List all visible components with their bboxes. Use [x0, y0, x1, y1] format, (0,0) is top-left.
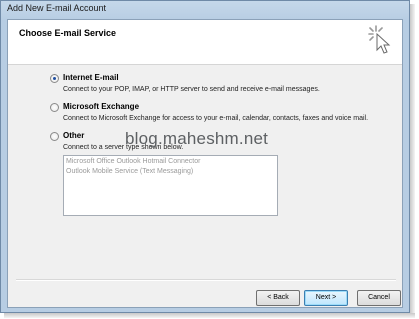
watermark-text: blog.maheshm.net	[125, 129, 269, 148]
next-button[interactable]: Next >	[304, 290, 348, 306]
dialog-window: Add New E-mail Account Choose E-mail Ser…	[0, 0, 410, 313]
option-description: Connect to your POP, IMAP, or HTTP serve…	[63, 86, 320, 93]
back-button[interactable]: < Back	[256, 290, 300, 306]
option-label[interactable]: Other	[63, 131, 84, 140]
option-label[interactable]: Internet E-mail	[63, 73, 119, 82]
list-item[interactable]: Outlook Mobile Service (Text Messaging)	[66, 167, 275, 177]
dialog-client-area: Choose E-mail Service Internet E-mail Co…	[7, 19, 403, 308]
title-bar[interactable]: Add New E-mail Account	[1, 1, 409, 19]
page-title: Choose E-mail Service	[19, 28, 117, 38]
window-shadow-right	[410, 4, 415, 315]
window-shadow-bottom	[4, 313, 415, 318]
wizard-header: Choose E-mail Service	[8, 20, 402, 65]
option-description: Connect to Microsoft Exchange for access…	[63, 115, 369, 122]
internet-email-radio[interactable]	[50, 74, 59, 83]
list-item[interactable]: Microsoft Office Outlook Hotmail Connect…	[66, 157, 275, 167]
window-title: Add New E-mail Account	[7, 3, 107, 13]
option-label[interactable]: Microsoft Exchange	[63, 102, 139, 111]
footer-divider	[16, 279, 396, 281]
microsoft-exchange-radio[interactable]	[50, 103, 59, 112]
wizard-cursor-icon	[368, 25, 391, 54]
other-radio[interactable]	[50, 132, 59, 141]
cancel-button[interactable]: Cancel	[357, 290, 401, 306]
radio-selected-dot	[53, 77, 56, 80]
other-service-list[interactable]: Microsoft Office Outlook Hotmail Connect…	[63, 155, 278, 216]
